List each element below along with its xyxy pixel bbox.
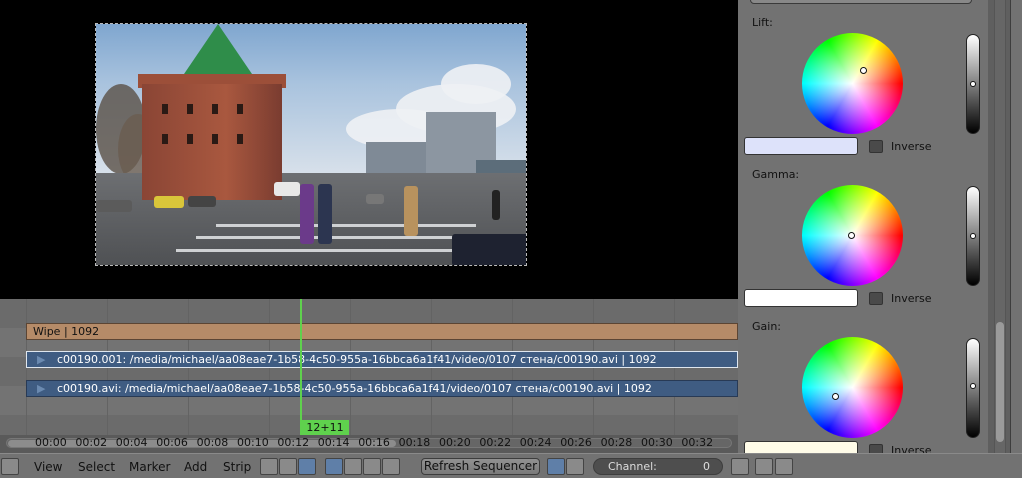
channel-label: Channel: xyxy=(608,460,657,473)
channel-field[interactable]: Channel: 0 xyxy=(593,458,723,475)
car xyxy=(154,196,184,208)
gamma-inverse-label: Inverse xyxy=(891,292,932,305)
display-image-icon[interactable] xyxy=(325,458,343,475)
gain-inverse-checkbox[interactable] xyxy=(869,444,883,453)
view-sequencer-preview-icon[interactable] xyxy=(298,458,316,475)
proxy-icon[interactable] xyxy=(547,458,565,475)
lift-inverse-label: Inverse xyxy=(891,140,932,153)
gain-value-slider[interactable] xyxy=(966,338,980,438)
gamma-color-swatch[interactable] xyxy=(744,289,858,307)
car xyxy=(188,196,216,207)
time-tick-label: 00:18 xyxy=(398,436,431,449)
time-tick-label: 00:02 xyxy=(75,436,108,449)
time-tick-label: 00:14 xyxy=(317,436,350,449)
luma-waveform-icon[interactable] xyxy=(344,458,362,475)
panel-scroll-thumb[interactable] xyxy=(996,322,1004,442)
wipe-strip[interactable]: Wipe | 1092 xyxy=(26,323,738,340)
time-tick-label: 00:20 xyxy=(439,436,471,449)
lift-inverse-checkbox[interactable] xyxy=(869,140,883,153)
gamma-inverse-checkbox[interactable] xyxy=(869,292,883,305)
histogram-icon[interactable] xyxy=(382,458,400,475)
gain-wheel-cursor[interactable] xyxy=(832,393,839,400)
movie-strip-c00190-001[interactable]: ▶ c00190.001: /media/michael/aa08eae7-1b5… xyxy=(26,351,738,368)
editor-type-icon[interactable] xyxy=(1,458,19,475)
menu-marker[interactable]: Marker xyxy=(129,460,170,474)
lift-label: Lift: xyxy=(752,16,773,29)
car xyxy=(96,200,132,212)
ghost-icon[interactable] xyxy=(731,458,749,475)
channel-value: 0 xyxy=(703,460,710,473)
time-tick-label: 00:06 xyxy=(156,436,188,449)
tower-roof xyxy=(184,24,252,74)
time-tick-label: 00:00 xyxy=(35,436,67,449)
movie-strip-c00190[interactable]: ▶ c00190.avi: /media/michael/aa08eae7-1b5… xyxy=(26,380,738,397)
gain-inverse-label: Inverse xyxy=(891,444,932,453)
strip-handle-icon: ▶ xyxy=(37,353,46,366)
panel-dropdown[interactable] xyxy=(750,0,972,4)
pedestrian xyxy=(300,184,314,244)
current-frame-badge: 12+11 xyxy=(301,420,349,435)
time-tick-label: 00:32 xyxy=(681,436,714,449)
time-tick-label: 00:12 xyxy=(277,436,310,449)
gain-color-swatch[interactable] xyxy=(744,441,858,453)
render-animation-icon[interactable] xyxy=(775,458,793,475)
time-tick-label: 00:24 xyxy=(519,436,552,449)
gain-label: Gain: xyxy=(752,320,781,333)
time-tick-label: 00:22 xyxy=(479,436,512,449)
view-preview-icon[interactable] xyxy=(279,458,297,475)
menu-add[interactable]: Add xyxy=(184,460,207,474)
panel-scrollbar[interactable] xyxy=(988,0,1022,453)
color-balance-panel: Lift: Inverse Gamma: Inverse Gain: Inver… xyxy=(738,0,988,453)
strip-label: c00190.001: /media/michael/aa08eae7-1b58… xyxy=(57,353,657,366)
crosswalk xyxy=(196,236,496,239)
time-tick-label: 00:30 xyxy=(641,436,673,449)
gamma-value-slider[interactable] xyxy=(966,186,980,286)
preview-frame-image xyxy=(95,23,527,266)
wipe-strip-label: Wipe | 1092 xyxy=(33,325,100,338)
refresh-sequencer-button[interactable]: Refresh Sequencer xyxy=(421,458,540,475)
lift-color-wheel[interactable] xyxy=(802,33,903,134)
kremlin-tower xyxy=(142,84,282,200)
pedestrian xyxy=(404,186,418,236)
time-tick-label: 00:26 xyxy=(560,436,592,449)
pedestrian xyxy=(318,184,332,244)
pedestrian xyxy=(492,190,500,220)
gain-color-wheel[interactable] xyxy=(802,337,903,438)
time-tick-label: 00:16 xyxy=(358,436,390,449)
bus xyxy=(274,182,300,196)
menu-strip[interactable]: Strip xyxy=(223,460,251,474)
car xyxy=(452,234,526,265)
lift-color-swatch[interactable] xyxy=(744,137,858,155)
strip-label: c00190.avi: /media/michael/aa08eae7-1b58… xyxy=(57,382,652,395)
crosswalk xyxy=(216,224,476,227)
cloud xyxy=(441,64,511,104)
gamma-label: Gamma: xyxy=(752,168,800,181)
menu-view[interactable]: View xyxy=(34,460,62,474)
sequencer-preview[interactable] xyxy=(0,0,738,299)
sequencer-header: View Select Marker Add Strip Refresh Seq… xyxy=(0,453,1022,478)
view-sequencer-icon[interactable] xyxy=(260,458,278,475)
gamma-color-wheel[interactable] xyxy=(802,185,903,286)
lift-wheel-cursor[interactable] xyxy=(860,67,867,74)
time-tick-label: 00:08 xyxy=(196,436,229,449)
car xyxy=(366,194,384,204)
playhead[interactable] xyxy=(300,299,302,435)
time-tick-label: 00:04 xyxy=(115,436,148,449)
blender-vse-window: Wipe | 1092 ▶ c00190.001: /media/michael/… xyxy=(0,0,1022,478)
menu-select[interactable]: Select xyxy=(78,460,115,474)
lift-value-slider[interactable] xyxy=(966,34,980,134)
gamma-wheel-cursor[interactable] xyxy=(848,232,855,239)
sequencer-timeline[interactable]: Wipe | 1092 ▶ c00190.001: /media/michael/… xyxy=(0,299,738,435)
time-ruler[interactable]: 00:00 00:02 00:04 00:06 00:08 00:10 00:12 00:14… xyxy=(0,435,738,453)
render-still-icon[interactable] xyxy=(755,458,773,475)
time-tick-label: 00:10 xyxy=(237,436,269,449)
strip-handle-icon: ▶ xyxy=(37,382,46,395)
overlay-icon[interactable] xyxy=(566,458,584,475)
vectorscope-icon[interactable] xyxy=(363,458,381,475)
time-tick-label: 00:28 xyxy=(600,436,633,449)
